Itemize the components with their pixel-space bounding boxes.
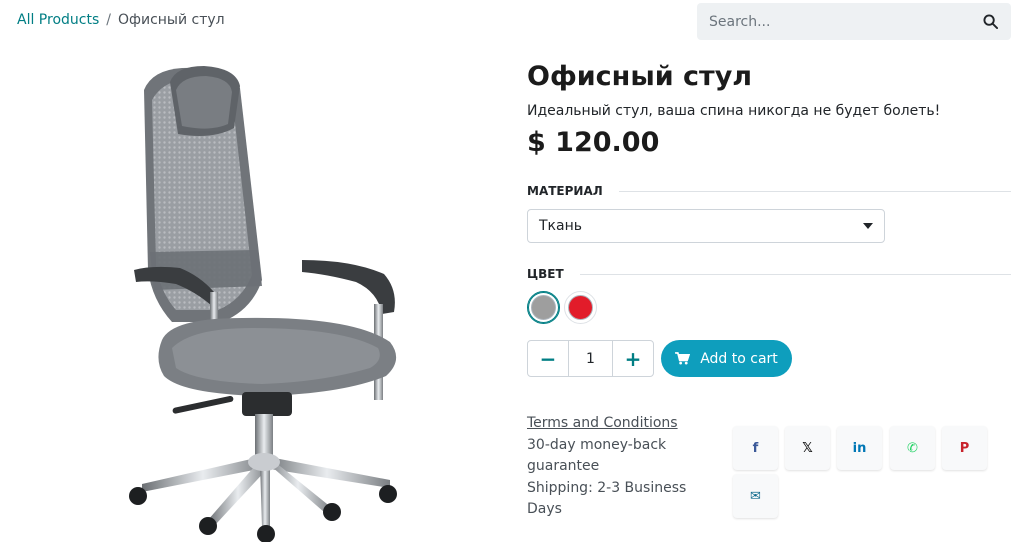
material-attribute-header: МАТЕРИАЛ (527, 184, 1011, 198)
material-label: МАТЕРИАЛ (527, 184, 603, 198)
product-description: Идеальный стул, ваша спина никогда не бу… (527, 103, 941, 119)
decrease-quantity-button[interactable]: − (528, 341, 568, 376)
breadcrumb-all-products-link[interactable]: All Products (17, 12, 99, 28)
material-divider (618, 190, 1011, 192)
breadcrumb-separator: / (106, 12, 111, 28)
email-icon: ✉ (750, 488, 761, 504)
share-linkedin-button[interactable]: in (837, 426, 882, 470)
breadcrumb: All Products / Офисный стул (17, 12, 225, 28)
add-to-cart-label: Add to cart (700, 350, 778, 367)
quantity-input[interactable]: 1 (568, 341, 613, 376)
search-icon[interactable] (981, 13, 999, 31)
x-icon: 𝕏 (802, 440, 813, 456)
quantity-stepper: − 1 + (527, 340, 654, 377)
product-price: $ 120.00 (527, 127, 660, 158)
pinterest-icon: P (959, 440, 970, 456)
search-input[interactable] (709, 13, 981, 30)
share-whatsapp-button[interactable]: ✆ (890, 426, 935, 470)
share-x-button[interactable]: 𝕏 (785, 426, 830, 470)
whatsapp-icon: ✆ (907, 440, 918, 456)
color-swatch-red[interactable] (564, 291, 597, 324)
share-pinterest-button[interactable]: P (942, 426, 987, 470)
facebook-icon: f (752, 440, 759, 456)
search-bar (697, 3, 1011, 40)
material-selected-value: Ткань (539, 218, 582, 234)
shipping-text: Shipping: 2-3 Business Days (527, 479, 687, 518)
office-chair-image (112, 60, 412, 542)
terms-link[interactable]: Terms and Conditions (527, 413, 707, 435)
color-swatch-grey[interactable] (527, 291, 560, 324)
shopping-cart-icon (675, 352, 691, 365)
caret-down-icon (863, 223, 873, 229)
linkedin-icon: in (852, 440, 867, 456)
product-info: Terms and Conditions 30-day money-back g… (527, 413, 707, 521)
breadcrumb-current: Офисный стул (117, 12, 225, 28)
color-dot-grey (531, 295, 556, 320)
color-label: ЦВЕТ (527, 267, 564, 281)
increase-quantity-button[interactable]: + (613, 341, 653, 376)
share-facebook-button[interactable]: f (733, 426, 778, 470)
product-title: Офисный стул (527, 61, 753, 92)
guarantee-text: 30-day money-back guarantee (527, 436, 667, 475)
color-divider (579, 273, 1011, 275)
material-select[interactable]: Ткань (527, 209, 885, 243)
share-email-button[interactable]: ✉ (733, 474, 778, 518)
color-dot-red (568, 295, 593, 320)
add-to-cart-button[interactable]: Add to cart (661, 340, 792, 377)
color-attribute-header: ЦВЕТ (527, 267, 1011, 281)
